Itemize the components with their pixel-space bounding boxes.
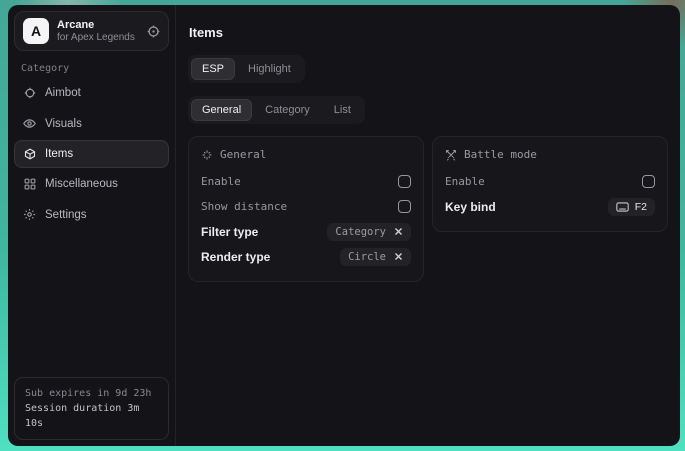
- page-title: Items: [189, 25, 668, 40]
- enable-checkbox[interactable]: [398, 175, 411, 188]
- box-icon: [23, 148, 36, 160]
- tab-general[interactable]: General: [191, 99, 252, 121]
- setting-row-render-type: Render type Circle: [201, 244, 411, 269]
- show-distance-checkbox[interactable]: [398, 200, 411, 213]
- sidebar-item-settings[interactable]: Settings: [14, 200, 169, 229]
- general-panel-header: General: [201, 148, 411, 161]
- setting-label: Render type: [201, 250, 270, 264]
- sidebar-item-items[interactable]: Items: [14, 140, 169, 168]
- setting-row-key-bind: Key bind F2: [445, 194, 655, 219]
- render-type-select[interactable]: Circle: [340, 248, 411, 266]
- sparkle-icon: [201, 149, 213, 161]
- sidebar-item-label: Miscellaneous: [45, 178, 118, 190]
- sidebar-item-label: Settings: [45, 209, 87, 221]
- tab-highlight[interactable]: Highlight: [237, 58, 302, 80]
- brand-text: Arcane for Apex Legends: [57, 19, 139, 44]
- panels-row: General Enable Show distance Filter type…: [188, 136, 668, 282]
- brand-card: A Arcane for Apex Legends: [14, 11, 169, 51]
- sub-expires-text: Sub expires in 9d 23h: [25, 386, 158, 401]
- eye-icon: [23, 117, 36, 130]
- brand-logo: A: [23, 18, 49, 44]
- clear-icon[interactable]: [394, 227, 403, 236]
- sidebar-item-label: Visuals: [45, 118, 82, 130]
- render-type-value: Circle: [348, 251, 386, 263]
- sidebar-item-label: Items: [45, 148, 73, 160]
- brand-name: Arcane: [57, 19, 139, 32]
- panel-title: Battle mode: [464, 148, 537, 161]
- sidebar-item-label: Aimbot: [45, 87, 81, 99]
- filter-type-select[interactable]: Category: [327, 223, 411, 241]
- category-label: Category: [21, 63, 175, 74]
- setting-label: Filter type: [201, 225, 258, 239]
- setting-label: Enable: [445, 175, 485, 188]
- key-bind-button[interactable]: F2: [608, 198, 655, 216]
- panel-title: General: [220, 148, 266, 161]
- tab-list[interactable]: List: [323, 99, 362, 121]
- general-panel: General Enable Show distance Filter type…: [188, 136, 424, 282]
- filter-type-value: Category: [335, 226, 386, 238]
- swords-icon: [445, 149, 457, 161]
- sidebar-item-miscellaneous[interactable]: Miscellaneous: [14, 170, 169, 198]
- setting-row-enable: Enable: [201, 169, 411, 194]
- setting-row-filter-type: Filter type Category: [201, 219, 411, 244]
- tab-esp[interactable]: ESP: [191, 58, 235, 80]
- app-window: A Arcane for Apex Legends Category: [8, 5, 680, 446]
- main-content: Items ESP Highlight General Category Lis…: [176, 5, 680, 446]
- sidebar-nav: Aimbot Visuals Items: [8, 78, 175, 230]
- session-duration-text: Session duration 3m 10s: [25, 401, 158, 431]
- battle-enable-checkbox[interactable]: [642, 175, 655, 188]
- sidebar: A Arcane for Apex Legends Category: [8, 5, 176, 446]
- battle-mode-panel: Battle mode Enable Key bind F2: [432, 136, 668, 232]
- tab-category[interactable]: Category: [254, 99, 321, 121]
- setting-row-show-distance: Show distance: [201, 194, 411, 219]
- sidebar-item-aimbot[interactable]: Aimbot: [14, 79, 169, 107]
- key-bind-value: F2: [635, 201, 647, 213]
- gear-icon: [23, 208, 36, 221]
- session-card: Sub expires in 9d 23h Session duration 3…: [14, 377, 169, 440]
- clear-icon[interactable]: [394, 252, 403, 261]
- setting-row-enable: Enable: [445, 169, 655, 194]
- setting-label: Enable: [201, 175, 241, 188]
- sub-tab-group: General Category List: [188, 96, 365, 124]
- grid-icon: [23, 178, 36, 190]
- setting-label: Show distance: [201, 200, 287, 213]
- crosshair-icon: [23, 87, 36, 99]
- sidebar-item-visuals[interactable]: Visuals: [14, 109, 169, 138]
- brand-subtitle: for Apex Legends: [57, 32, 139, 44]
- keyboard-icon: [616, 202, 629, 212]
- setting-label: Key bind: [445, 200, 496, 214]
- battle-mode-panel-header: Battle mode: [445, 148, 655, 161]
- mode-tab-group: ESP Highlight: [188, 55, 305, 83]
- target-icon[interactable]: [147, 25, 160, 38]
